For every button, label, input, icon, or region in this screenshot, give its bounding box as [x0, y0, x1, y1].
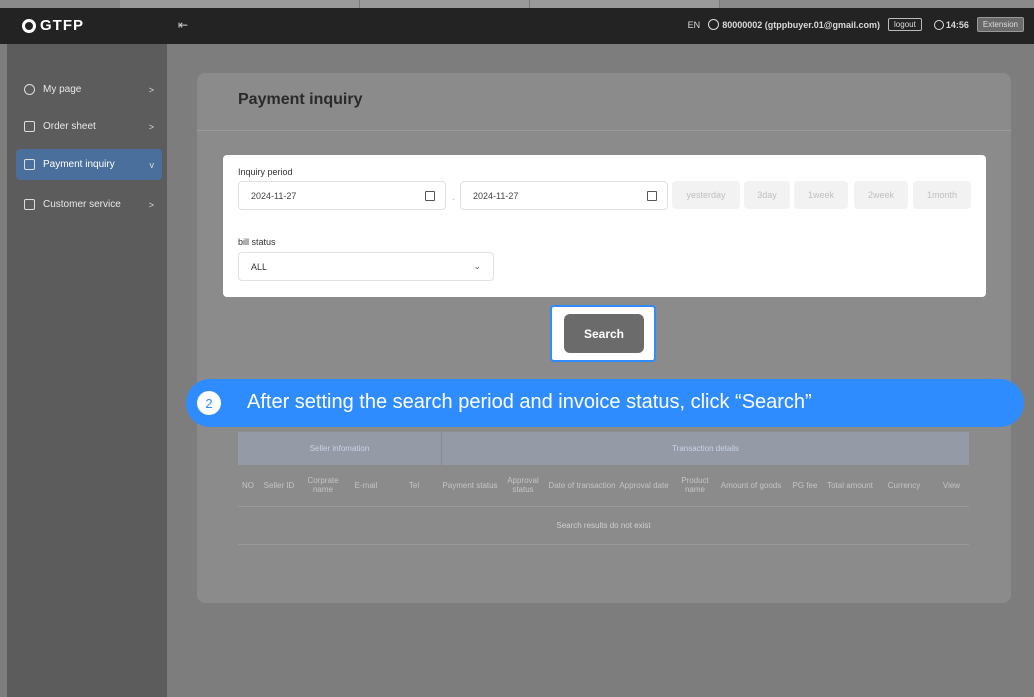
inquiry-period-label: Inquiry period — [238, 167, 293, 177]
range-2week-button[interactable]: 2week — [854, 181, 908, 209]
clock-icon — [933, 19, 944, 30]
logo-text: GTFP — [40, 17, 84, 34]
column-header: Approval status — [507, 476, 539, 494]
table-header: NO Seller ID Corprate name E-mail Tel Pa… — [238, 465, 969, 507]
language-switch[interactable]: EN — [688, 20, 701, 30]
calendar-icon[interactable] — [425, 191, 435, 201]
calendar-icon[interactable] — [647, 191, 657, 201]
column-header: Total amount — [827, 480, 873, 490]
column-header: Corprate name — [307, 476, 339, 494]
extension-button[interactable]: Extension — [976, 17, 1024, 32]
bill-status-select[interactable]: ALL ⌄ — [238, 252, 494, 281]
range-yesterday-button[interactable]: yesterday — [672, 181, 740, 209]
column-header: Tel — [408, 480, 420, 490]
sidebar-item-my-page[interactable]: My page > — [16, 74, 162, 105]
step-number-badge: 2 — [197, 391, 221, 415]
column-header: E-mail — [354, 480, 378, 490]
chevron-down-icon: v — [149, 159, 155, 170]
column-header: Payment status — [442, 480, 498, 490]
sidebar-item-customer-service[interactable]: Customer service > — [16, 189, 162, 220]
start-date-value: 2024-11-27 — [251, 190, 297, 201]
search-highlight: Search — [550, 305, 656, 362]
column-header: View — [942, 480, 961, 490]
start-date-input[interactable]: 2024-11-27 — [238, 181, 446, 210]
bill-status-value: ALL — [251, 261, 268, 272]
chevron-right-icon: > — [148, 199, 154, 210]
document-icon — [24, 121, 35, 132]
range-3day-button[interactable]: 3day — [744, 181, 790, 209]
search-button[interactable]: Search — [564, 314, 644, 353]
chevron-down-icon: ⌄ — [473, 261, 481, 271]
logo-mark-icon — [22, 18, 36, 33]
sidebar-item-label: Customer service — [43, 199, 121, 210]
range-1week-button[interactable]: 1week — [794, 181, 848, 209]
sidebar-item-label: Payment inquiry — [43, 159, 115, 170]
session-time: 14:56 — [945, 19, 969, 30]
range-1month-button[interactable]: 1month — [913, 181, 971, 209]
divider — [197, 130, 1011, 131]
user-info: 80000002 (gtppbuyer.01@gmail.com) — [708, 19, 880, 30]
browser-tab[interactable] — [530, 0, 720, 8]
instruction-callout: 2 After setting the search period and in… — [186, 379, 1024, 427]
sidebar-item-label: Order sheet — [43, 121, 96, 132]
user-icon — [708, 19, 720, 30]
column-header: Product name — [681, 476, 709, 494]
column-header: Approval date — [619, 480, 669, 490]
search-filter-card: Inquiry period 2024-11-27 - 2024-11-27 y… — [223, 155, 986, 297]
page-title: Payment inquiry — [238, 91, 363, 108]
grid-icon — [24, 199, 35, 210]
browser-tab[interactable] — [360, 0, 530, 8]
sidebar: My page > Order sheet > Payment inquiry … — [7, 44, 167, 697]
user-label: 80000002 (gtppbuyer.01@gmail.com) — [722, 19, 881, 30]
logout-button[interactable]: logout — [888, 18, 922, 31]
date-separator: - — [452, 194, 455, 204]
user-icon — [24, 84, 35, 95]
table-group-transaction: Transaction details — [442, 432, 969, 465]
empty-results-message: Search results do not exist — [238, 507, 969, 545]
clipboard-icon — [24, 159, 35, 170]
table-group-seller: Seller infomation — [238, 432, 442, 465]
callout-text: After setting the search period and invo… — [247, 391, 812, 413]
browser-tab[interactable] — [120, 0, 360, 8]
session-timer: 14:56 — [933, 19, 969, 30]
sidebar-item-label: My page — [43, 84, 82, 95]
column-header: Currency — [887, 480, 921, 490]
browser-tab-strip — [0, 0, 1034, 8]
top-header: GTFP ⇤ EN 80000002 (gtppbuyer.01@gmail.c… — [0, 8, 1034, 44]
bill-status-label: bill status — [238, 237, 276, 247]
end-date-input[interactable]: 2024-11-27 — [460, 181, 668, 210]
column-header: Amount of goods — [720, 480, 782, 490]
column-header: Date of transaction — [548, 480, 616, 490]
column-header: Seller ID — [263, 480, 295, 490]
column-header: PG fee — [792, 480, 818, 490]
sidebar-item-order-sheet[interactable]: Order sheet > — [16, 111, 162, 142]
chevron-right-icon: > — [148, 84, 154, 95]
header-right: EN 80000002 (gtppbuyer.01@gmail.com) log… — [688, 17, 1024, 32]
end-date-value: 2024-11-27 — [473, 190, 519, 201]
gtfp-logo[interactable]: GTFP — [22, 17, 84, 34]
column-header: NO — [242, 480, 254, 490]
menu-toggle-icon[interactable]: ⇤ — [178, 18, 188, 32]
chevron-right-icon: > — [148, 121, 154, 132]
sidebar-item-payment-inquiry[interactable]: Payment inquiry v — [16, 149, 162, 180]
